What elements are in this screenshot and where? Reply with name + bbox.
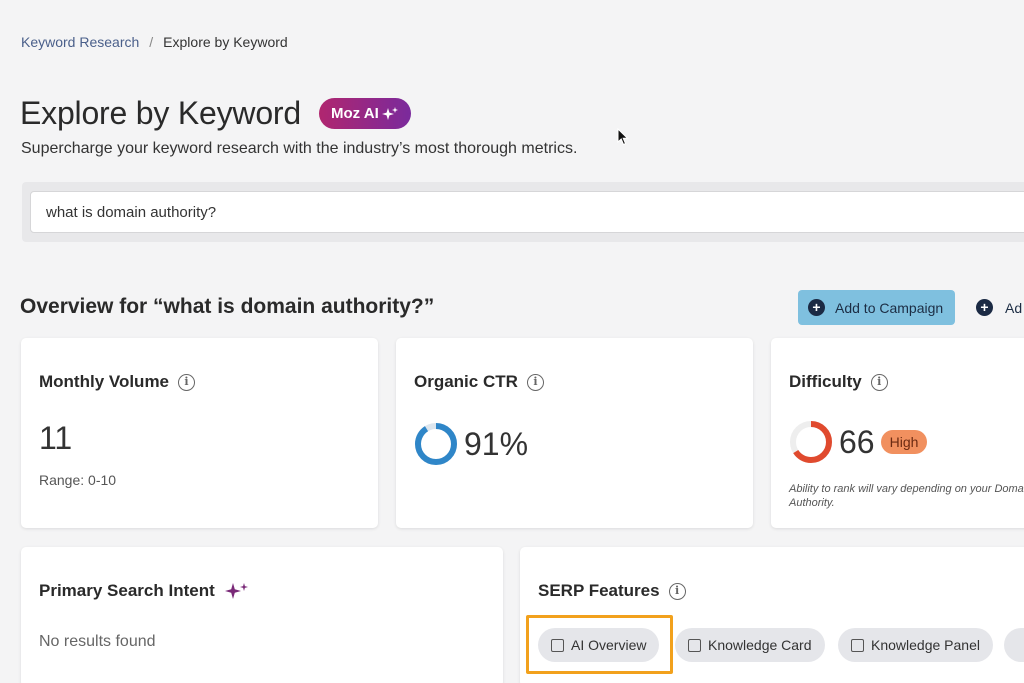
mouse-cursor-icon	[617, 128, 629, 146]
organic-ctr-arc	[415, 423, 457, 465]
organic-ctr-value-row: 91%	[414, 422, 528, 466]
ai-overview-icon	[551, 638, 564, 652]
plus-circle-icon: +	[808, 299, 825, 316]
keyword-search-input[interactable]	[30, 191, 1024, 233]
monthly-volume-label: Monthly Volume	[39, 372, 170, 391]
add-more-button[interactable]: + Ad	[976, 290, 1024, 325]
difficulty-note: Ability to rank will vary depending on y…	[789, 483, 1024, 509]
info-icon[interactable]: i	[526, 373, 544, 391]
knowledge-panel-icon	[851, 638, 864, 652]
serp-label-row: SERP Features i	[538, 581, 686, 601]
breadcrumb-current: Explore by Keyword	[163, 34, 288, 50]
monthly-volume-range: Range: 0-10	[39, 472, 117, 488]
page-subtitle: Supercharge your keyword research with t…	[21, 140, 578, 157]
organic-ctr-label: Organic CTR	[414, 372, 518, 391]
difficulty-donut	[790, 421, 832, 463]
moz-ai-badge-label: Moz AI	[330, 105, 379, 122]
knowledge-card-icon	[688, 638, 701, 652]
search-container	[22, 182, 1024, 242]
add-more-label: Ad	[1005, 299, 1023, 316]
info-icon[interactable]: i	[870, 373, 888, 391]
organic-ctr-value: 91%	[464, 425, 529, 462]
serp-chip-knowledge-panel[interactable]: Knowledge Panel	[838, 628, 993, 662]
breadcrumb: Keyword Research / Explore by Keyword	[21, 34, 288, 50]
intent-label: Primary Search Intent	[39, 581, 215, 600]
difficulty-label-row: Difficulty i	[789, 372, 888, 392]
chip-label: Knowledge Card	[708, 637, 812, 653]
difficulty-label: Difficulty	[789, 372, 862, 391]
breadcrumb-separator: /	[149, 34, 154, 50]
chip-label: Knowledge Panel	[871, 637, 980, 653]
primary-search-intent-card: Primary Search Intent No results found	[21, 547, 503, 683]
serp-features-card: SERP Features i	[520, 547, 1024, 683]
difficulty-badge: High	[880, 430, 928, 454]
serp-features-label: SERP Features	[538, 581, 660, 600]
moz-ai-badge[interactable]: Moz AI	[318, 98, 411, 129]
organic-ctr-card: Organic CTR i 91%	[396, 338, 753, 528]
organic-ctr-label-row: Organic CTR i	[414, 372, 544, 392]
serp-chip-ai-overview[interactable]: AI Overview	[538, 628, 660, 662]
overview-title: Overview for “what is domain authority?”	[20, 295, 435, 318]
organic-ctr-donut	[415, 423, 457, 465]
intent-empty-message: No results found	[39, 633, 156, 650]
add-to-campaign-label: Add to Campaign	[835, 299, 944, 316]
sparkle-icon	[381, 106, 398, 120]
monthly-volume-card: Monthly Volume i 11 Range: 0-10	[21, 338, 378, 528]
info-icon[interactable]: i	[668, 582, 686, 600]
difficulty-value: 66	[839, 423, 875, 460]
serp-chip-knowledge-card[interactable]: Knowledge Card	[675, 628, 825, 662]
info-icon[interactable]: i	[178, 373, 196, 391]
breadcrumb-keyword-research[interactable]: Keyword Research	[21, 34, 139, 50]
difficulty-value-row: 66 High	[789, 420, 928, 464]
sparkle-icon	[224, 583, 248, 599]
monthly-volume-value: 11	[39, 420, 73, 456]
difficulty-card: Difficulty i 66 High Ability to rank wil…	[771, 338, 1024, 528]
monthly-volume-label-row: Monthly Volume i	[39, 372, 196, 392]
add-to-campaign-button[interactable]: + Add to Campaign	[798, 290, 955, 325]
plus-circle-icon: +	[976, 299, 993, 316]
title-row: Explore by Keyword Moz AI	[20, 95, 411, 132]
chip-label: AI Overview	[571, 637, 647, 653]
page-title: Explore by Keyword	[20, 95, 301, 131]
intent-label-row: Primary Search Intent	[39, 581, 250, 601]
